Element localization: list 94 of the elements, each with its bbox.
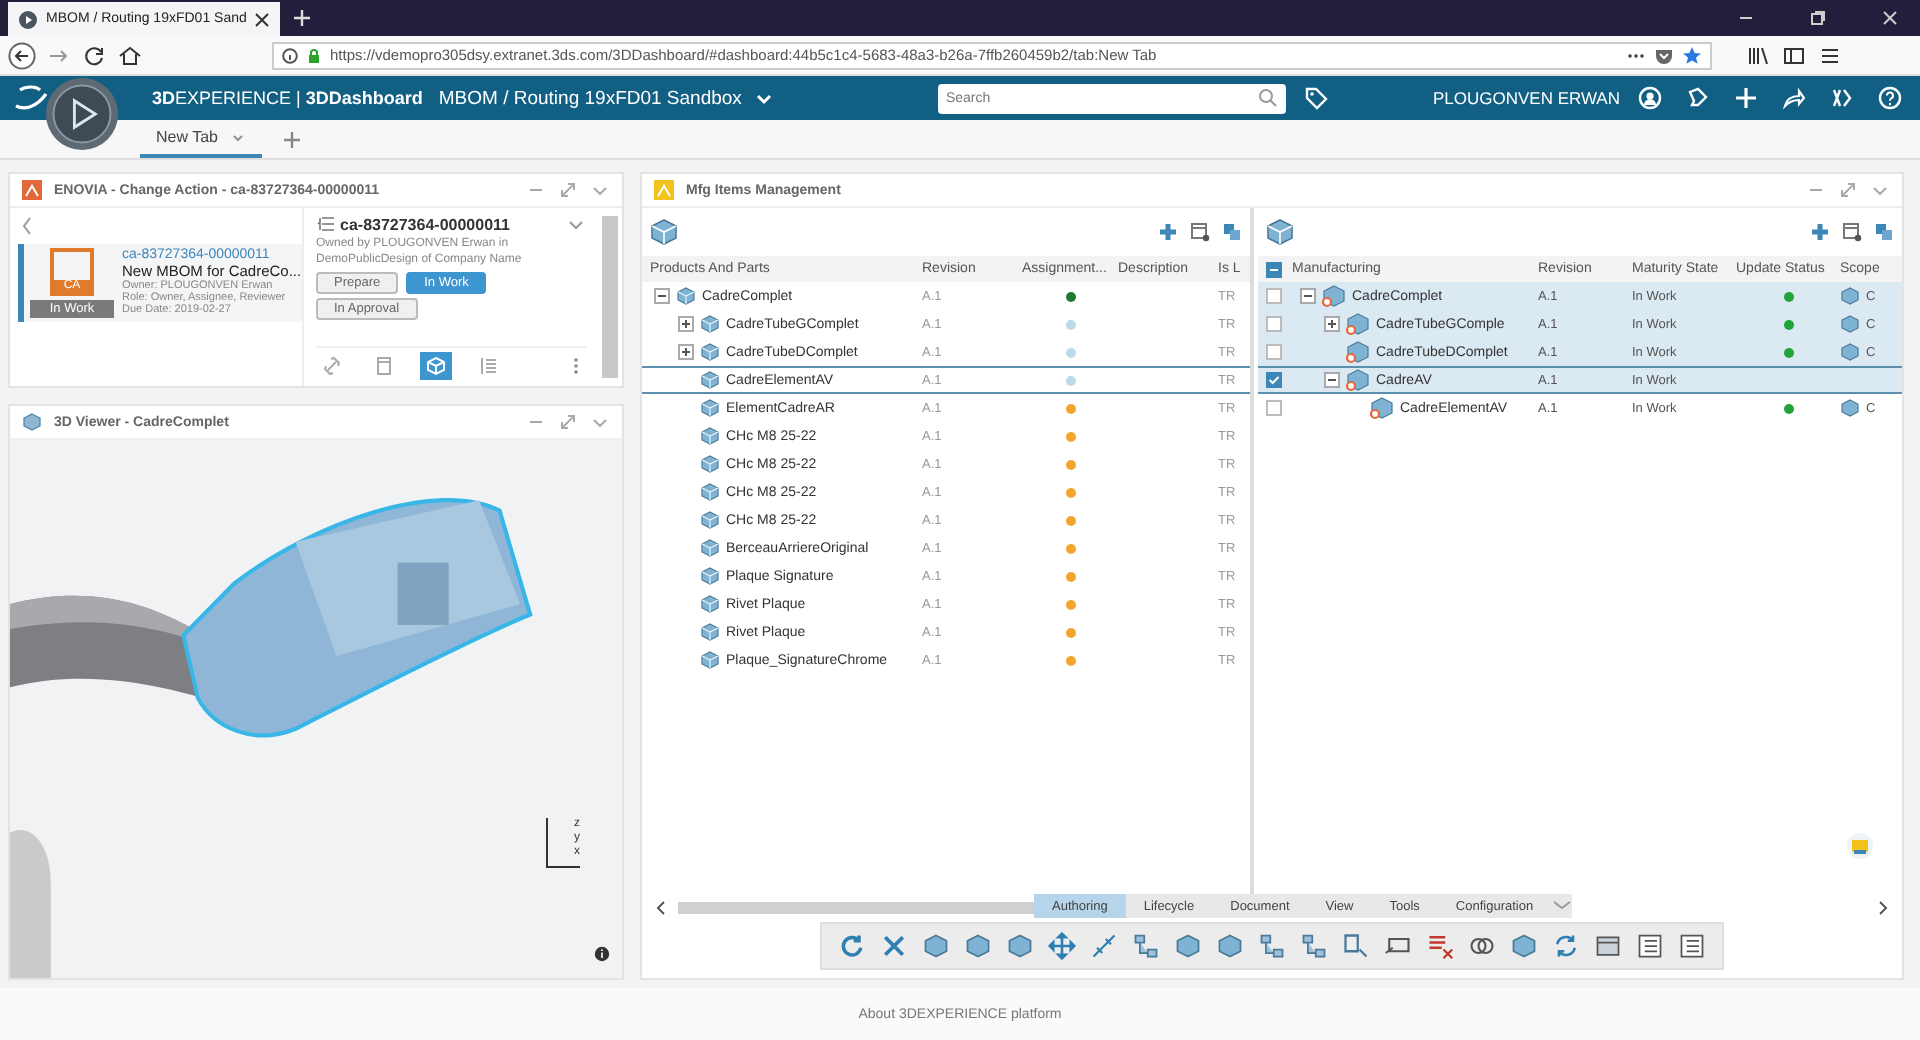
- home-icon[interactable]: [116, 41, 144, 69]
- select-all-checkbox[interactable]: [1266, 261, 1282, 277]
- cube-icon: [1346, 312, 1370, 336]
- cube-icon[interactable]: [650, 218, 678, 246]
- scrollbar[interactable]: [602, 216, 618, 378]
- table-settings-icon[interactable]: [1842, 222, 1862, 242]
- hierarchy-icon[interactable]: [1300, 932, 1328, 960]
- share-icon[interactable]: [1782, 86, 1806, 110]
- close-icon[interactable]: [254, 11, 271, 27]
- cube-icon: [700, 370, 720, 390]
- toggle-icon[interactable]: [1324, 372, 1340, 388]
- search-icon[interactable]: [1257, 88, 1278, 108]
- widget-icon: [22, 180, 42, 200]
- help-icon[interactable]: [1878, 86, 1902, 110]
- cube-icon[interactable]: [420, 352, 452, 380]
- toggle-icon[interactable]: [678, 316, 694, 332]
- sync-icon[interactable]: [1552, 932, 1580, 960]
- delete-list-icon[interactable]: [1426, 932, 1454, 960]
- row-checkbox[interactable]: [1266, 288, 1282, 304]
- toggle-icon[interactable]: [1324, 316, 1340, 332]
- cube-icon[interactable]: [1216, 932, 1244, 960]
- dashboard-title[interactable]: MBOM / Routing 19xFD01 Sandbox: [438, 87, 742, 109]
- cube-icon: [700, 426, 720, 446]
- cube-icon: [1840, 398, 1860, 418]
- list-icon[interactable]: [1678, 932, 1706, 960]
- frame-icon[interactable]: [1384, 932, 1412, 960]
- user-name[interactable]: PLOUGONVEN ERWAN: [1432, 88, 1620, 108]
- compass-icon: [18, 9, 38, 29]
- circles-icon[interactable]: [1468, 932, 1496, 960]
- cube-icon[interactable]: [964, 932, 992, 960]
- app-title: 3DEXPERIENCE | 3DDashboard: [152, 88, 423, 108]
- row-checkbox[interactable]: [1266, 344, 1282, 360]
- lock-icon: [306, 47, 322, 63]
- row-checkbox[interactable]: [1266, 316, 1282, 332]
- row-checkbox[interactable]: [1266, 372, 1282, 388]
- cube-icon: [1346, 368, 1370, 392]
- cube-icon: [700, 650, 720, 670]
- back-icon[interactable]: [8, 41, 36, 69]
- widget-icon: [654, 180, 674, 200]
- cube-icon: [1346, 340, 1370, 364]
- cube-icon[interactable]: [1174, 932, 1202, 960]
- move-icon[interactable]: [1048, 932, 1076, 960]
- cube-icon: [22, 412, 42, 432]
- cube-icon: [676, 286, 696, 306]
- cubes-icon[interactable]: [1222, 222, 1242, 242]
- expand-icon[interactable]: [1838, 180, 1858, 200]
- info-icon: [282, 47, 298, 63]
- cube-icon: [700, 510, 720, 530]
- restore-icon[interactable]: [1808, 8, 1828, 28]
- pocket-icon[interactable]: [1654, 45, 1674, 65]
- star-icon[interactable]: [1682, 45, 1702, 65]
- cube-icon: [700, 482, 720, 502]
- expand-icon[interactable]: [558, 180, 578, 200]
- cube-icon[interactable]: [1510, 932, 1538, 960]
- search-icon[interactable]: [1342, 932, 1370, 960]
- toggle-icon[interactable]: [678, 344, 694, 360]
- hierarchy-icon[interactable]: [1132, 932, 1160, 960]
- reload-icon[interactable]: [80, 41, 108, 69]
- chevron-icon[interactable]: [654, 899, 670, 915]
- cube-icon: [700, 454, 720, 474]
- table-settings-icon[interactable]: [1190, 222, 1210, 242]
- list-icon[interactable]: [1636, 932, 1664, 960]
- row-checkbox[interactable]: [1266, 400, 1282, 416]
- chat-icon[interactable]: [1686, 86, 1710, 110]
- expand-icon[interactable]: [558, 412, 578, 432]
- toggle-icon[interactable]: [654, 288, 670, 304]
- toggle-icon[interactable]: [1300, 288, 1316, 304]
- cube-icon: [700, 342, 720, 362]
- cube-icon: [700, 538, 720, 558]
- cube-icon: [700, 594, 720, 614]
- tag-icon[interactable]: [1303, 86, 1328, 110]
- window-icon[interactable]: [1594, 932, 1622, 960]
- insert-icon[interactable]: [1158, 222, 1178, 242]
- user-icon[interactable]: [1638, 86, 1662, 110]
- cube-icon: [700, 314, 720, 334]
- cubes-icon[interactable]: [1874, 222, 1894, 242]
- cube-icon: [1322, 284, 1346, 308]
- hierarchy-icon[interactable]: [1258, 932, 1286, 960]
- info-icon[interactable]: [594, 946, 610, 962]
- cube-icon[interactable]: [922, 932, 950, 960]
- insert-icon[interactable]: [1810, 222, 1830, 242]
- tag-icon[interactable]: [1846, 832, 1874, 860]
- cube-icon: [700, 622, 720, 642]
- cube-icon[interactable]: [1266, 218, 1294, 246]
- cube-icon[interactable]: [1006, 932, 1034, 960]
- dashboard-tab[interactable]: New Tab: [140, 120, 262, 158]
- chevron-icon[interactable]: [1874, 899, 1890, 915]
- cube-icon: [700, 398, 720, 418]
- cube-icon: [700, 566, 720, 586]
- cube-icon: [1370, 396, 1394, 420]
- change-action-title: ca-83727364-00000011: [340, 215, 510, 233]
- refresh-icon[interactable]: [838, 932, 866, 960]
- logo-icon: [12, 82, 52, 114]
- list-icon[interactable]: [316, 214, 336, 234]
